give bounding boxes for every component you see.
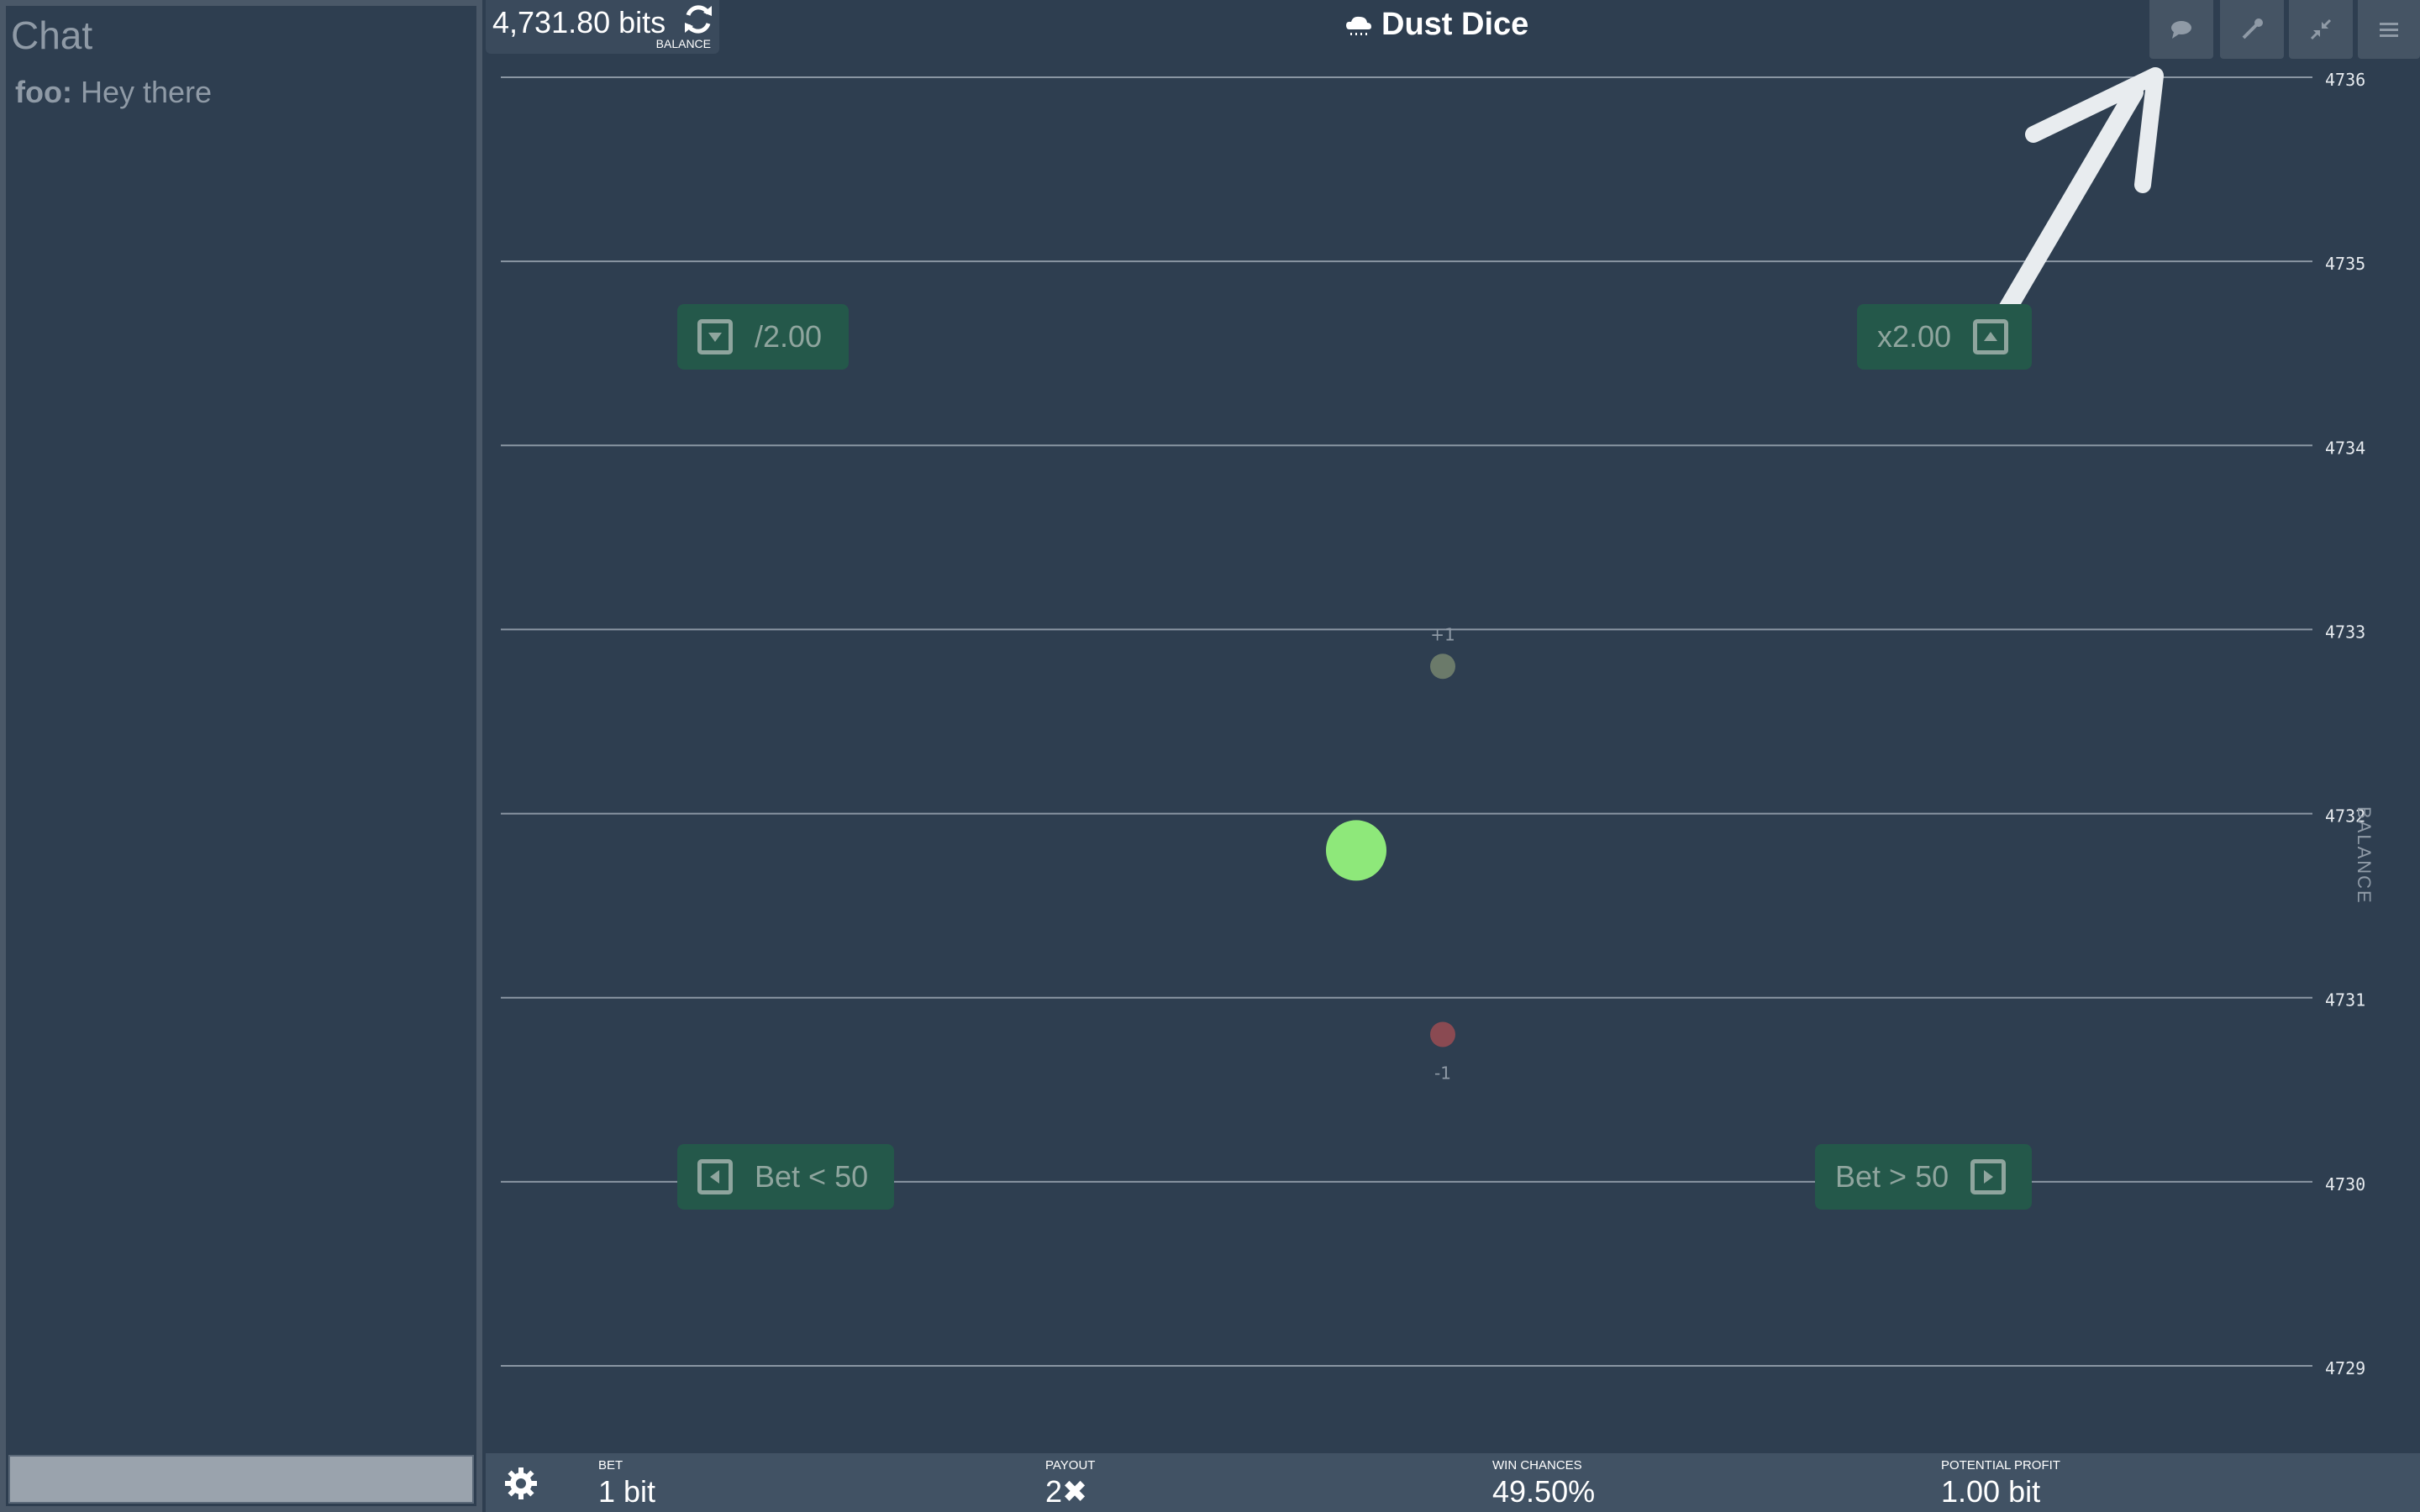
chat-message-user: foo: xyxy=(15,75,72,109)
bet-stat[interactable]: BET 1 bit xyxy=(598,1458,655,1509)
faucet-button[interactable] xyxy=(2220,0,2284,59)
potential-profit-label: POTENTIAL PROFIT xyxy=(1941,1458,2060,1473)
chat-message-text: Hey there xyxy=(80,75,213,109)
y-axis-label: BALANCE xyxy=(2354,806,2375,905)
potential-profit-value: 1.00 bit xyxy=(1941,1474,2041,1509)
caret-down-icon xyxy=(697,319,733,354)
bet-low-label: Bet < 50 xyxy=(755,1159,869,1194)
loss-preview-label: -1 xyxy=(1434,1063,1451,1084)
collapse-button[interactable] xyxy=(2289,0,2353,59)
win-preview-label: +1 xyxy=(1430,624,1455,644)
win-chances-label: WIN CHANCES xyxy=(1492,1458,1582,1473)
halve-bet-button[interactable]: /2.00 xyxy=(677,304,849,370)
loss-preview-point xyxy=(1430,1021,1455,1047)
win-preview-point xyxy=(1430,654,1455,680)
bet-value: 1 bit xyxy=(598,1474,656,1509)
chat-message: foo: Hey there xyxy=(15,75,212,110)
double-bet-label: x2.00 xyxy=(1877,319,1952,354)
chat-input[interactable] xyxy=(8,1455,474,1504)
win-chances-stat[interactable]: WIN CHANCES 49.50% xyxy=(1492,1458,1595,1509)
y-tick-label: 4735 xyxy=(2325,254,2365,274)
speech-bubble-icon xyxy=(2171,21,2191,39)
caret-up-icon xyxy=(1973,319,2009,354)
caret-left-icon xyxy=(697,1159,733,1194)
balance-display: 4,731.80 bits BALANCE xyxy=(486,0,719,54)
chat-toggle-button[interactable] xyxy=(2149,0,2213,59)
bet-high-button[interactable]: Bet > 50 xyxy=(1815,1144,2032,1210)
bottom-bar: BET 1 bit PAYOUT 2✖ WIN CHANCES 49.50% P… xyxy=(486,1453,2420,1512)
app-title-text: Dust Dice xyxy=(1381,7,1529,42)
y-tick-label: 4729 xyxy=(2325,1358,2365,1378)
y-tick-label: 4733 xyxy=(2325,622,2365,642)
y-tick-label: 4734 xyxy=(2325,438,2365,458)
menu-button[interactable] xyxy=(2358,0,2420,59)
current-point xyxy=(1326,820,1386,881)
balance-label: BALANCE xyxy=(655,37,711,50)
payout-label: PAYOUT xyxy=(1045,1458,1096,1473)
win-chances-value: 49.50% xyxy=(1492,1474,1596,1509)
chat-panel: Chat foo: Hey there xyxy=(0,0,482,1512)
double-bet-button[interactable]: x2.00 xyxy=(1857,304,2032,370)
caret-right-icon xyxy=(1970,1159,2007,1194)
app-title: Dust Dice xyxy=(1344,7,1528,43)
compress-icon xyxy=(2310,18,2332,40)
cloud-icon xyxy=(1346,16,1371,35)
hamburger-icon xyxy=(2380,23,2398,37)
halve-bet-label: /2.00 xyxy=(755,319,823,354)
potential-profit-stat: POTENTIAL PROFIT 1.00 bit xyxy=(1941,1458,2060,1509)
pipette-icon xyxy=(2242,18,2263,39)
chat-title: Chat xyxy=(11,13,93,57)
balance-amount: 4,731.80 bits xyxy=(492,5,666,39)
bet-low-button[interactable]: Bet < 50 xyxy=(677,1144,894,1210)
gear-icon[interactable] xyxy=(502,1465,539,1502)
payout-stat[interactable]: PAYOUT 2✖ xyxy=(1045,1458,1095,1509)
y-tick-label: 4731 xyxy=(2325,990,2365,1011)
bet-high-label: Bet > 50 xyxy=(1835,1159,1949,1194)
y-tick-label: 4736 xyxy=(2325,70,2365,90)
refresh-icon[interactable] xyxy=(681,2,716,37)
bet-label: BET xyxy=(598,1458,623,1473)
payout-value: 2✖ xyxy=(1045,1474,1088,1509)
y-tick-label: 4730 xyxy=(2325,1174,2365,1194)
